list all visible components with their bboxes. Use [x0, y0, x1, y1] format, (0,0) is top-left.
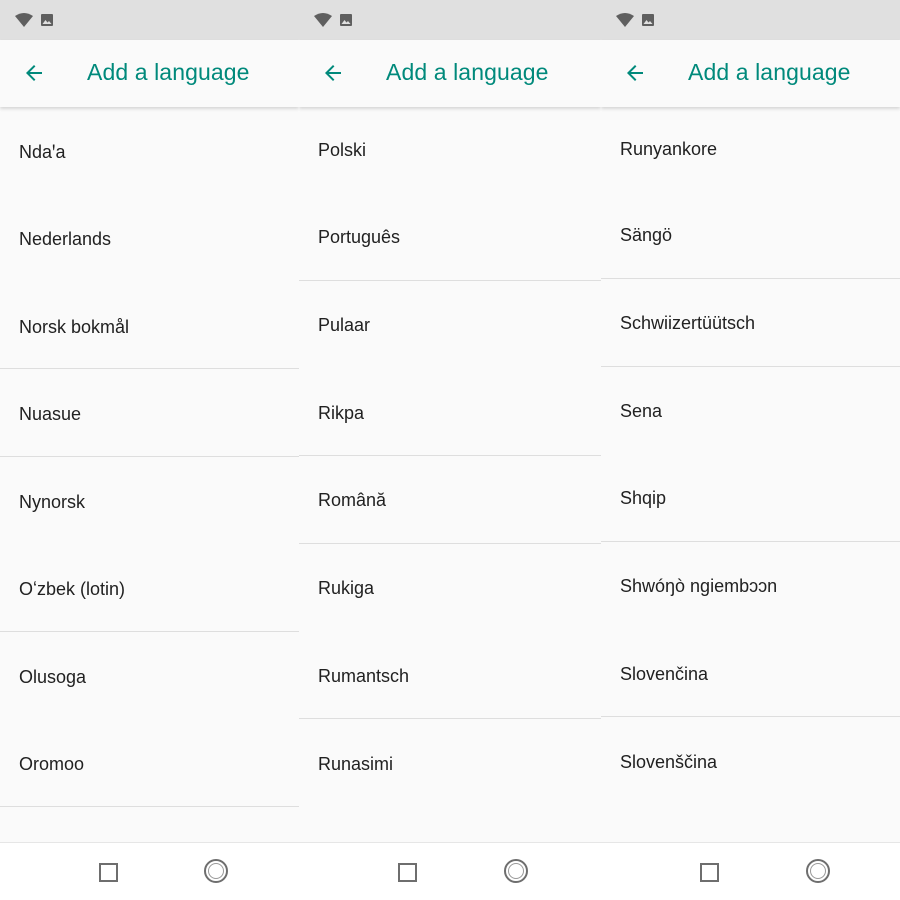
- page-title: Add a language: [688, 59, 851, 85]
- home-circle-icon[interactable]: [806, 859, 830, 883]
- list-item[interactable]: Português: [299, 193, 601, 281]
- language-label: Norsk bokmål: [19, 317, 130, 337]
- language-label: Pulaar: [318, 315, 371, 335]
- list-item[interactable]: Oromoo: [0, 719, 299, 807]
- language-label: Oromoo: [19, 754, 85, 774]
- language-label: Sängö: [620, 225, 673, 245]
- list-item[interactable]: Slovenčina: [601, 629, 900, 717]
- language-label: Rumantsch: [318, 666, 410, 686]
- wifi-icon: [15, 13, 33, 27]
- list-item[interactable]: Română: [299, 456, 601, 544]
- language-label: Shwóŋò ngiembɔɔn: [620, 576, 778, 596]
- language-list[interactable]: Polski Português Pulaar Rikpa Română Ruk…: [299, 107, 601, 843]
- navigation-bar: [601, 842, 900, 900]
- list-item[interactable]: Shqip: [601, 454, 900, 542]
- list-item[interactable]: Sena: [601, 367, 900, 455]
- list-item[interactable]: Shwóŋò ngiembɔɔn: [601, 542, 900, 630]
- list-item[interactable]: Nynorsk: [0, 457, 299, 545]
- back-arrow-icon[interactable]: [22, 61, 46, 85]
- list-item[interactable]: Sängö: [601, 191, 900, 279]
- wifi-icon: [616, 13, 634, 27]
- app-bar: Add a language: [601, 40, 900, 107]
- recents-square-icon[interactable]: [398, 863, 417, 882]
- image-icon: [41, 14, 53, 26]
- navigation-bar: [0, 842, 299, 900]
- list-item[interactable]: Polski: [299, 107, 601, 195]
- status-bar: [299, 0, 601, 40]
- app-bar: Add a language: [299, 40, 601, 107]
- recents-square-icon[interactable]: [700, 863, 719, 882]
- language-label: Nuasue: [19, 404, 82, 424]
- list-item[interactable]: Rukiga: [299, 544, 601, 632]
- list-item[interactable]: Runasimi: [299, 719, 601, 807]
- language-label: Schwiizertüütsch: [620, 313, 756, 333]
- list-item[interactable]: Nederlands: [0, 194, 299, 282]
- language-label: Olusoga: [19, 667, 87, 687]
- language-label: Slovenščina: [620, 752, 718, 772]
- list-item[interactable]: Norsk bokmål: [0, 281, 299, 369]
- navigation-bar: [299, 842, 601, 900]
- list-item[interactable]: Oʻzbek (lotin): [0, 544, 299, 632]
- list-item[interactable]: Rumantsch: [299, 631, 601, 719]
- language-label: Shqip: [620, 488, 667, 508]
- screen-panel-3: Add a language Runyankore Sängö Schwiize…: [601, 0, 900, 900]
- back-arrow-icon[interactable]: [321, 61, 345, 85]
- list-item[interactable]: Slovenščina: [601, 717, 900, 805]
- list-item[interactable]: Schwiizertüütsch: [601, 279, 900, 367]
- home-circle-icon[interactable]: [204, 859, 228, 883]
- language-label: Runyankore: [620, 139, 718, 159]
- page-title: Add a language: [386, 59, 549, 85]
- language-label: Ndaꞌa: [19, 142, 66, 162]
- status-bar: [601, 0, 900, 40]
- list-item[interactable]: Rikpa: [299, 368, 601, 456]
- language-list[interactable]: Ndaꞌa Nederlands Norsk bokmål Nuasue Nyn…: [0, 107, 299, 843]
- language-label: Sena: [620, 401, 663, 421]
- wifi-icon: [314, 13, 332, 27]
- status-bar: [0, 0, 299, 40]
- recents-square-icon[interactable]: [99, 863, 118, 882]
- screen-panel-2: Add a language Polski Português Pulaar R…: [299, 0, 601, 900]
- language-label: Rikpa: [318, 403, 365, 423]
- language-label: Nederlands: [19, 229, 112, 249]
- list-item[interactable]: Nuasue: [0, 369, 299, 457]
- language-list[interactable]: Runyankore Sängö Schwiizertüütsch Sena S…: [601, 107, 900, 843]
- language-label: Português: [318, 227, 401, 247]
- list-item[interactable]: Ndaꞌa: [0, 107, 299, 195]
- language-label: Nynorsk: [19, 492, 86, 512]
- language-label: Runasimi: [318, 754, 394, 774]
- back-arrow-icon[interactable]: [623, 61, 647, 85]
- language-label: Română: [318, 490, 387, 510]
- list-item[interactable]: [601, 804, 900, 843]
- list-item[interactable]: Olusoga: [0, 632, 299, 720]
- list-item[interactable]: [0, 807, 299, 843]
- page-title: Add a language: [87, 59, 250, 85]
- list-item[interactable]: Pulaar: [299, 281, 601, 369]
- home-circle-icon[interactable]: [504, 859, 528, 883]
- language-label: Slovenčina: [620, 664, 709, 684]
- language-label: Oʻzbek (lotin): [19, 579, 126, 599]
- list-item[interactable]: [299, 806, 601, 843]
- language-label: Rukiga: [318, 578, 375, 598]
- language-label: Polski: [318, 140, 367, 160]
- image-icon: [642, 14, 654, 26]
- app-bar: Add a language: [0, 40, 299, 107]
- screen-panel-1: Add a language Ndaꞌa Nederlands Norsk bo…: [0, 0, 299, 900]
- image-icon: [340, 14, 352, 26]
- list-item[interactable]: Runyankore: [601, 107, 900, 195]
